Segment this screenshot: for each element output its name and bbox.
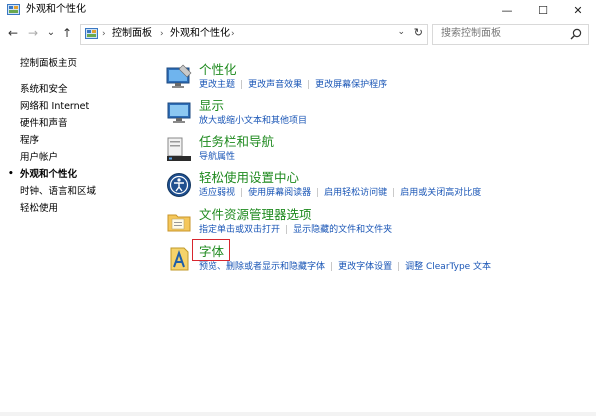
sidebar-item-ease-of-access[interactable]: 轻松使用: [20, 202, 58, 215]
link-change-theme[interactable]: 更改主题: [199, 79, 235, 91]
recent-locations-button[interactable]: ⌄: [44, 26, 58, 40]
category-links: 预览、删除或者显示和隐藏字体 | 更改字体设置 | 调整 ClearType 文本: [199, 261, 492, 273]
link-low-vision[interactable]: 适应弱视: [199, 187, 235, 199]
sidebar-item-programs[interactable]: 程序: [20, 134, 39, 147]
address-bar[interactable]: › 控制面板 › 外观和个性化 › ⌄ ↻: [80, 24, 428, 45]
sidebar-item-network[interactable]: 网络和 Internet: [20, 100, 89, 113]
sidebar-item-user-accounts[interactable]: 用户帐户: [20, 151, 58, 164]
search-icon[interactable]: [570, 28, 582, 40]
breadcrumb-separator: ›: [102, 29, 106, 39]
link-high-contrast[interactable]: 启用或关闭高对比度: [400, 187, 481, 199]
link-cleartype[interactable]: 调整 ClearType 文本: [405, 261, 491, 273]
search-placeholder: 搜索控制面板: [441, 28, 501, 39]
category-title[interactable]: 个性化: [199, 62, 237, 78]
fonts-highlight-box: [192, 239, 230, 261]
link-font-settings[interactable]: 更改字体设置: [338, 261, 392, 273]
sidebar-item-system-security[interactable]: 系统和安全: [20, 83, 68, 96]
refresh-button[interactable]: ↻: [414, 26, 423, 39]
category-links: 适应弱视 | 使用屏幕阅读器 | 启用轻松访问键 | 启用或关闭高对比度: [199, 187, 482, 199]
sidebar-item-appearance[interactable]: • 外观和个性化: [8, 168, 78, 181]
close-button[interactable]: ✕: [561, 0, 595, 21]
category-links: 导航属性: [199, 151, 235, 163]
personalization-icon: [166, 64, 192, 88]
link-navigation-properties[interactable]: 导航属性: [199, 151, 235, 163]
maximize-button[interactable]: ☐: [526, 0, 560, 21]
category-links: 放大或缩小文本和其他项目: [199, 115, 307, 127]
search-input[interactable]: 搜索控制面板: [432, 24, 589, 45]
taskbar-icon: [167, 137, 191, 161]
link-change-sounds[interactable]: 更改声音效果: [248, 79, 302, 91]
link-show-hidden-files[interactable]: 显示隐藏的文件和文件夹: [293, 224, 392, 236]
address-dropdown-button[interactable]: ⌄: [397, 27, 405, 37]
control-panel-icon: [85, 28, 98, 39]
category-title[interactable]: 文件资源管理器选项: [199, 207, 312, 223]
breadcrumb-control-panel[interactable]: 控制面板: [112, 27, 152, 41]
category-title[interactable]: 轻松使用设置中心: [199, 170, 299, 186]
link-access-keys[interactable]: 启用轻松访问键: [324, 187, 387, 199]
link-screen-reader[interactable]: 使用屏幕阅读器: [248, 187, 311, 199]
link-text-size[interactable]: 放大或缩小文本和其他项目: [199, 115, 307, 127]
breadcrumb-separator: ›: [160, 29, 164, 39]
window-title: 外观和个性化: [26, 4, 86, 15]
sidebar-item-label: 外观和个性化: [20, 169, 78, 180]
forward-button[interactable]: →: [26, 26, 40, 40]
navigation-bar: ← → ⌄ ↑ › 控制面板 › 外观和个性化 › ⌄ ↻ 搜索控制面板: [0, 21, 596, 47]
link-single-double-click[interactable]: 指定单击或双击打开: [199, 224, 280, 236]
current-marker: •: [8, 169, 14, 179]
sidebar-item-hardware-sound[interactable]: 硬件和声音: [20, 117, 68, 130]
ease-of-access-icon: [167, 173, 191, 197]
link-preview-fonts[interactable]: 预览、删除或者显示和隐藏字体: [199, 261, 325, 273]
fonts-icon: [170, 247, 189, 271]
breadcrumb-appearance[interactable]: 外观和个性化: [170, 27, 230, 41]
category-links: 指定单击或双击打开 | 显示隐藏的文件和文件夹: [199, 224, 393, 236]
back-button[interactable]: ←: [6, 26, 20, 40]
category-title[interactable]: 任务栏和导航: [199, 134, 274, 150]
sidebar-item-clock-language[interactable]: 时钟、语言和区域: [20, 185, 96, 198]
minimize-button[interactable]: —: [490, 0, 524, 21]
sidebar-item-home[interactable]: 控制面板主页: [20, 57, 77, 70]
window-bottom-edge: [0, 412, 596, 416]
title-bar: 外观和个性化 — ☐ ✕: [0, 0, 596, 21]
breadcrumb-separator: ›: [231, 29, 235, 39]
link-change-screensaver[interactable]: 更改屏幕保护程序: [315, 79, 387, 91]
display-monitor-icon: [167, 102, 191, 123]
up-button[interactable]: ↑: [60, 26, 74, 40]
control-panel-icon: [7, 4, 20, 15]
folder-options-icon: [167, 214, 191, 232]
category-title[interactable]: 显示: [199, 98, 224, 114]
category-links: 更改主题 | 更改声音效果 | 更改屏幕保护程序: [199, 79, 388, 91]
